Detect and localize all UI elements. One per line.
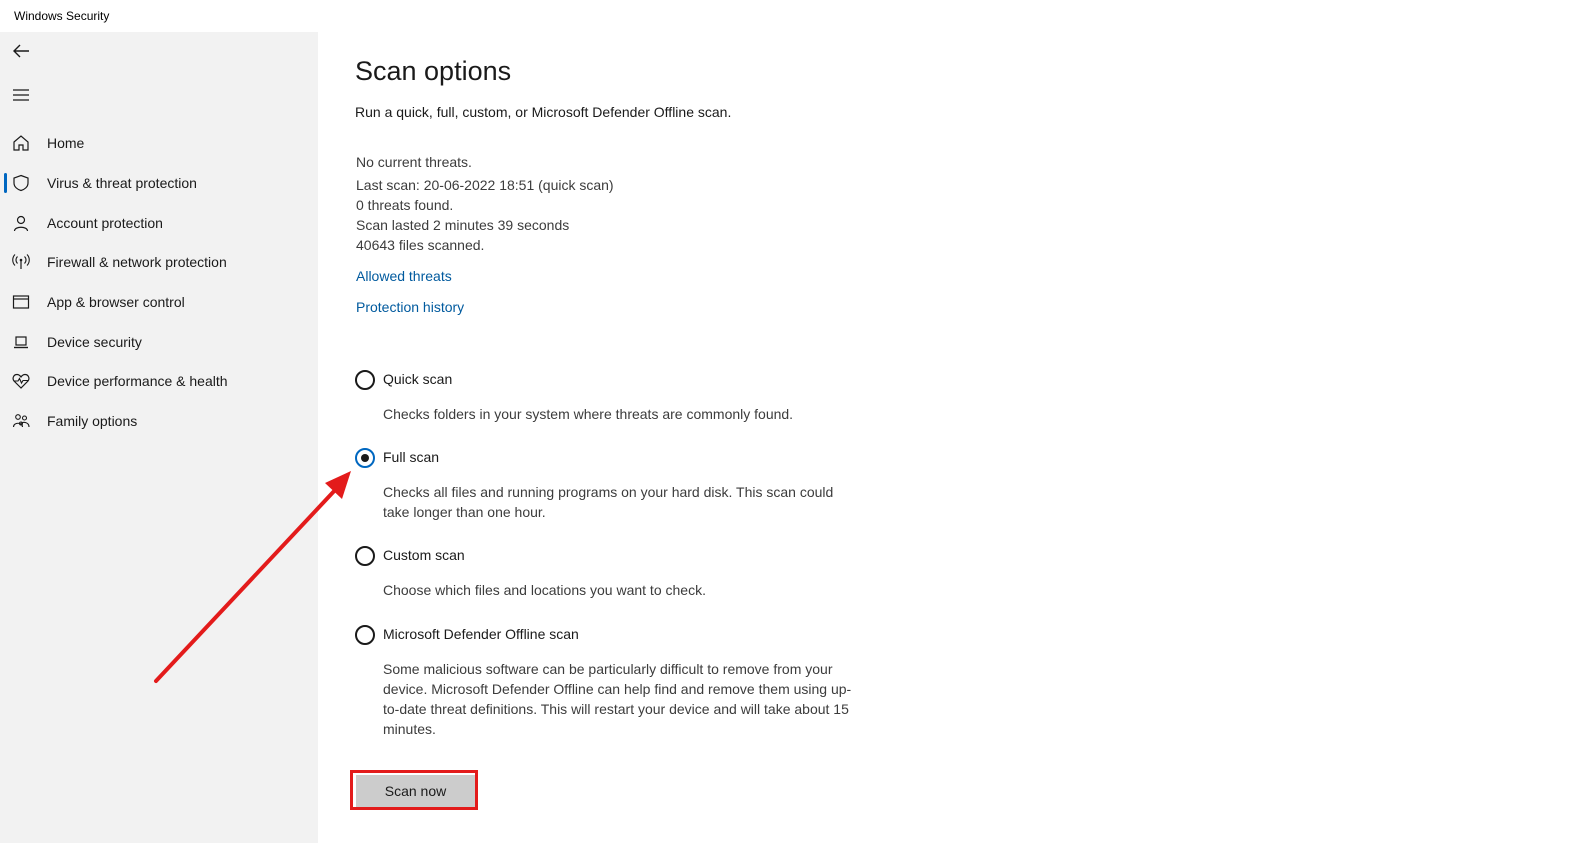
sidebar-item-label: Device performance & health [47, 373, 228, 389]
menu-button[interactable] [8, 82, 34, 108]
page-subtitle: Run a quick, full, custom, or Microsoft … [355, 104, 732, 120]
sidebar-item-account-protection[interactable]: Account protection [0, 204, 318, 242]
sidebar-item-virus-threat-protection[interactable]: Virus & threat protection [0, 164, 318, 202]
scan-status: No current threats. Last scan: 20-06-202… [356, 152, 614, 255]
files-scanned-text: 40643 files scanned. [356, 237, 485, 253]
shield-icon [11, 173, 31, 193]
offline-scan-radio[interactable] [355, 625, 375, 645]
custom-scan-radio[interactable] [355, 546, 375, 566]
active-indicator [4, 173, 7, 193]
window-title: Windows Security [14, 9, 110, 23]
protection-history-link[interactable]: Protection history [356, 299, 464, 315]
sidebar: Home Virus & threat protection Account p… [0, 32, 318, 843]
offline-scan-label[interactable]: Microsoft Defender Offline scan [383, 626, 579, 642]
browser-window-icon [11, 292, 31, 312]
antenna-icon [11, 252, 31, 272]
sidebar-item-device-security[interactable]: Device security [0, 323, 318, 361]
last-scan-text: Last scan: 20-06-2022 18:51 (quick scan) [356, 177, 614, 193]
sidebar-item-label: Account protection [47, 215, 163, 231]
hamburger-menu-icon [13, 89, 29, 101]
custom-scan-label[interactable]: Custom scan [383, 547, 465, 563]
heart-pulse-icon [11, 371, 31, 391]
sidebar-item-label: Family options [47, 413, 138, 429]
home-icon [11, 133, 31, 153]
family-icon [11, 411, 31, 431]
full-scan-description: Checks all files and running programs on… [383, 484, 834, 520]
scan-duration-text: Scan lasted 2 minutes 39 seconds [356, 217, 570, 233]
main-content: Scan options Run a quick, full, custom, … [318, 32, 1582, 843]
offline-scan-description: Some malicious software can be particula… [383, 661, 852, 737]
allowed-threats-link[interactable]: Allowed threats [356, 268, 452, 284]
laptop-icon [11, 332, 31, 352]
sidebar-item-home[interactable]: Home [0, 124, 318, 162]
full-scan-radio[interactable] [355, 448, 375, 468]
sidebar-item-firewall[interactable]: Firewall & network protection [0, 243, 318, 281]
sidebar-item-label: App & browser control [47, 294, 185, 310]
sidebar-item-label: Firewall & network protection [47, 254, 227, 270]
sidebar-item-app-browser-control[interactable]: App & browser control [0, 283, 318, 321]
title-bar: Windows Security [0, 0, 1582, 32]
scan-now-button[interactable]: Scan now [356, 775, 475, 807]
back-button[interactable] [8, 38, 34, 64]
person-icon [11, 213, 31, 233]
quick-scan-radio[interactable] [355, 370, 375, 390]
quick-scan-label[interactable]: Quick scan [383, 371, 452, 387]
sidebar-item-family-options[interactable]: Family options [0, 402, 318, 440]
sidebar-item-label: Home [47, 135, 85, 151]
custom-scan-description: Choose which files and locations you wan… [383, 582, 706, 598]
sidebar-item-device-performance[interactable]: Device performance & health [0, 362, 318, 400]
quick-scan-description: Checks folders in your system where thre… [383, 406, 794, 422]
page-title: Scan options [355, 56, 512, 86]
threats-found-text: 0 threats found. [356, 197, 454, 213]
sidebar-item-label: Virus & threat protection [47, 175, 197, 191]
threat-status-text: No current threats. [356, 154, 472, 170]
sidebar-item-label: Device security [47, 334, 142, 350]
back-arrow-icon [13, 44, 29, 58]
full-scan-label[interactable]: Full scan [383, 449, 439, 465]
